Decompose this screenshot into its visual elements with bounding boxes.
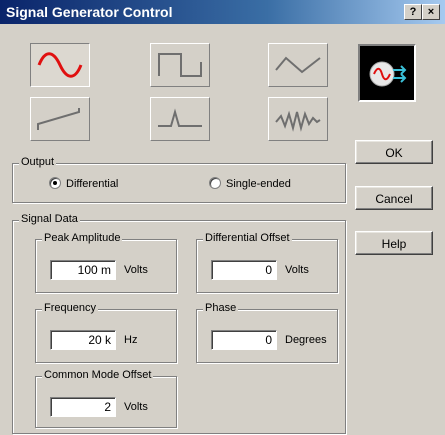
frequency-label: Frequency <box>42 302 98 314</box>
pulse-wave-icon <box>158 108 202 127</box>
waveform-noise-button[interactable] <box>268 97 328 141</box>
frequency-group: Frequency 20 k Hz <box>35 302 177 363</box>
sine-wave-icon <box>37 52 83 78</box>
signal-data-group-label: Signal Data <box>19 213 80 225</box>
differential-offset-input[interactable]: 0 <box>211 260 277 280</box>
title-bar: Signal Generator Control ? × <box>0 0 445 24</box>
radio-single-ended-label: Single-ended <box>226 178 291 190</box>
peak-amplitude-group: Peak Amplitude 100 m Volts <box>35 232 177 293</box>
signal-preview-icon <box>358 44 416 102</box>
phase-unit: Degrees <box>285 334 327 346</box>
common-mode-offset-input[interactable]: 2 <box>50 397 116 417</box>
signal-source-icon <box>369 61 407 87</box>
radio-differential-label: Differential <box>66 178 119 190</box>
radio-differential[interactable]: Differential <box>49 177 119 190</box>
differential-offset-group: Differential Offset 0 Volts <box>196 232 338 293</box>
triangle-wave-icon <box>275 56 321 74</box>
waveform-triangle-button[interactable] <box>268 43 328 87</box>
waveform-square-button[interactable] <box>150 43 210 87</box>
differential-offset-label: Differential Offset <box>203 232 292 244</box>
window-title: Signal Generator Control <box>6 4 173 20</box>
differential-offset-unit: Volts <box>285 264 309 276</box>
noise-wave-icon <box>275 110 321 132</box>
output-group-label: Output <box>19 156 57 168</box>
phase-group: Phase 0 Degrees <box>196 302 338 363</box>
waveform-sine-button[interactable] <box>30 43 90 87</box>
signal-data-group: Signal Data Peak Amplitude 100 m Volts D… <box>12 213 346 434</box>
frequency-unit: Hz <box>124 334 138 346</box>
waveform-pulse-button[interactable] <box>150 97 210 141</box>
output-group: Output Differential Single-ended <box>12 156 346 203</box>
phase-label: Phase <box>203 302 239 314</box>
title-help-button[interactable]: ? <box>404 4 422 20</box>
common-mode-offset-label: Common Mode Offset <box>42 369 154 381</box>
radio-single-ended[interactable]: Single-ended <box>209 177 291 190</box>
signal-generator-dialog: Signal Generator Control ? × OK Cancel H… <box>0 0 445 435</box>
square-wave-icon <box>158 53 202 77</box>
common-mode-offset-unit: Volts <box>124 401 148 413</box>
radio-selected-icon <box>49 177 61 190</box>
peak-amplitude-label: Peak Amplitude <box>42 232 123 244</box>
ok-button[interactable]: OK <box>355 140 433 164</box>
peak-amplitude-input[interactable]: 100 m <box>50 260 116 280</box>
close-button[interactable]: × <box>422 4 440 20</box>
cancel-button[interactable]: Cancel <box>355 186 433 210</box>
waveform-sawtooth-button[interactable] <box>30 97 90 141</box>
frequency-input[interactable]: 20 k <box>50 330 116 350</box>
common-mode-offset-group: Common Mode Offset 2 Volts <box>35 369 177 428</box>
radio-unselected-icon <box>209 177 221 190</box>
phase-input[interactable]: 0 <box>211 330 277 350</box>
help-button[interactable]: Help <box>355 231 433 255</box>
sawtooth-wave-icon <box>37 108 80 130</box>
peak-amplitude-unit: Volts <box>124 264 148 276</box>
